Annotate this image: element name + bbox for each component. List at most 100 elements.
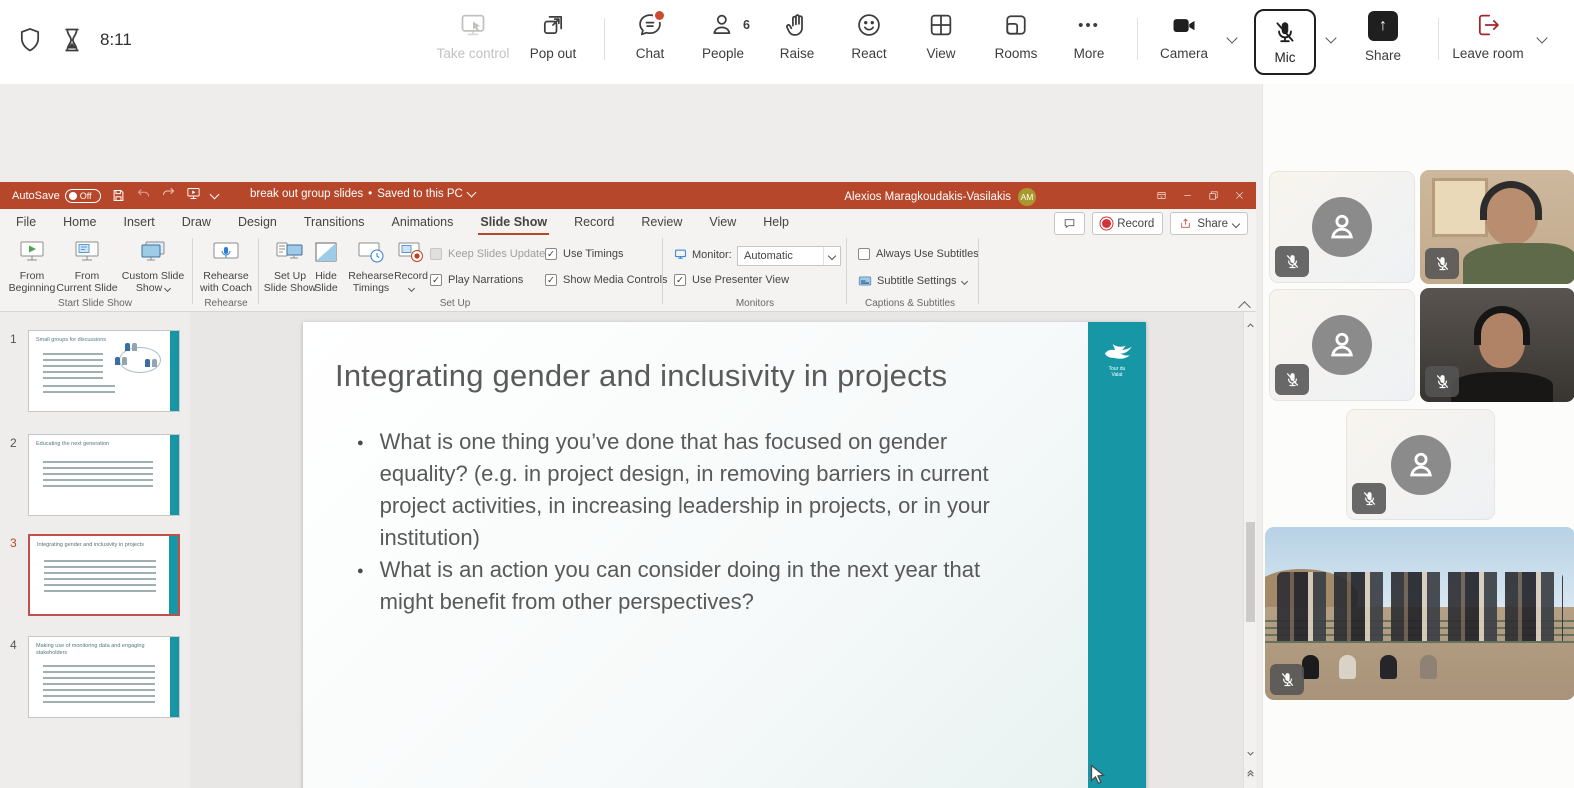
leave-options-chevron[interactable]	[1536, 32, 1547, 43]
tab-insert[interactable]: Insert	[122, 209, 157, 235]
previous-slide-button[interactable]	[1247, 764, 1254, 771]
mic-muted-badge	[1270, 664, 1304, 695]
view-button[interactable]: View	[905, 11, 977, 61]
camera-icon	[1170, 11, 1198, 39]
thumbnail-accent-bar	[170, 331, 179, 411]
custom-slide-show-button[interactable]: Custom Slide Show	[120, 240, 186, 294]
group-label-rehearse: Rehearse	[186, 298, 266, 309]
avatar: AM	[1018, 188, 1036, 206]
save-icon[interactable]	[111, 188, 126, 203]
undo-icon[interactable]	[136, 186, 151, 206]
scroll-down-arrow[interactable]	[1247, 744, 1254, 751]
slide-editor-area[interactable]: Integrating gender and inclusivity in pr…	[190, 312, 1243, 788]
tab-transitions[interactable]: Transitions	[302, 209, 367, 235]
use-presenter-view-checkbox[interactable]: ✓Use Presenter View	[674, 274, 789, 286]
participant-tile-group-photo[interactable]	[1265, 527, 1574, 700]
camera-button[interactable]: Camera	[1151, 11, 1217, 61]
rehearse-timings-button[interactable]: Rehearse Timings	[346, 240, 396, 294]
group-photo-people-row	[1277, 572, 1562, 641]
scroll-up-arrow[interactable]	[1247, 316, 1254, 323]
people-button[interactable]: 6 People	[687, 11, 759, 61]
record-presentation-button[interactable]: Record	[1092, 212, 1163, 235]
show-media-controls-checkbox[interactable]: ✓Show Media Controls	[545, 274, 668, 286]
tab-draw[interactable]: Draw	[180, 209, 213, 235]
camera-options-chevron[interactable]	[1226, 32, 1237, 43]
bullet-item: ● What is one thing you’ve done that has…	[357, 426, 1017, 554]
from-current-slide-button[interactable]: From Current Slide	[56, 240, 118, 294]
tab-view[interactable]: View	[707, 209, 738, 235]
slide-thumbnail-4[interactable]: Making use of monitoring data and engagi…	[28, 636, 180, 718]
leave-room-button[interactable]: Leave room	[1446, 11, 1530, 61]
editor-scrollbar[interactable]	[1243, 312, 1256, 788]
keep-slides-updated-checkbox[interactable]: Keep Slides Updated	[430, 248, 551, 260]
mic-button[interactable]: Mic	[1254, 9, 1316, 75]
react-button[interactable]: React	[833, 11, 905, 61]
video-person-body	[1463, 243, 1574, 284]
account-info[interactable]: Alexios Maragkoudakis-Vasilakis AM	[844, 188, 1036, 206]
person-avatar-icon	[1391, 435, 1451, 495]
rooms-icon	[1002, 11, 1030, 39]
rehearse-with-coach-button[interactable]: Rehearse with Coach	[196, 240, 256, 294]
scrollbar-thumb[interactable]	[1246, 522, 1255, 622]
autosave-switch[interactable]: Off	[65, 189, 101, 203]
video-person-body	[1451, 372, 1553, 402]
raise-hand-button[interactable]: Raise	[761, 11, 833, 61]
participant-tile-avatar[interactable]	[1346, 409, 1495, 520]
use-timings-checkbox[interactable]: ✓Use Timings	[545, 248, 624, 260]
close-button[interactable]	[1222, 182, 1256, 209]
slide-accent-band: Tour du Valat	[1088, 322, 1146, 788]
pop-out-button[interactable]: Pop out	[517, 11, 589, 61]
record-slide-show-button[interactable]: Record	[392, 240, 430, 294]
comments-button[interactable]	[1054, 212, 1085, 235]
participant-tile-video[interactable]	[1420, 170, 1574, 284]
quick-access-toolbar: AutoSave Off	[12, 182, 218, 209]
tab-help[interactable]: Help	[761, 209, 791, 235]
start-slideshow-icon[interactable]	[186, 186, 201, 206]
always-use-subtitles-checkbox[interactable]: Always Use Subtitles	[858, 248, 979, 260]
slide-thumbnail-2[interactable]: Educating the next generation	[28, 434, 180, 516]
customize-qat-chevron[interactable]	[209, 189, 219, 199]
mic-muted-badge	[1425, 248, 1459, 279]
slide-canvas[interactable]: Integrating gender and inclusivity in pr…	[303, 322, 1146, 788]
mouse-cursor	[1090, 764, 1105, 786]
share-arrow-icon	[1179, 217, 1192, 230]
from-beginning-button[interactable]: From Beginning	[4, 240, 60, 294]
autosave-toggle[interactable]: AutoSave Off	[12, 189, 101, 203]
document-title[interactable]: break out group slides • Saved to this P…	[250, 188, 475, 200]
mic-muted-badge	[1275, 364, 1309, 395]
person-avatar-icon	[1312, 315, 1372, 375]
chat-notification-badge	[653, 9, 666, 22]
participant-tile-avatar[interactable]	[1269, 171, 1415, 283]
more-button[interactable]: ••• More	[1053, 11, 1125, 61]
mic-options-chevron[interactable]	[1325, 32, 1336, 43]
tab-file[interactable]: File	[14, 209, 38, 235]
tab-record[interactable]: Record	[572, 209, 616, 235]
rehearse-timings-icon	[356, 240, 386, 267]
hide-slide-button[interactable]: Hide Slide	[306, 240, 346, 294]
slide-thumbnail-1[interactable]: Small groups for discussions	[28, 330, 180, 412]
tab-review[interactable]: Review	[639, 209, 684, 235]
play-narrations-checkbox[interactable]: ✓Play Narrations	[430, 274, 523, 286]
participant-tile-video[interactable]	[1420, 288, 1574, 402]
participant-tile-avatar[interactable]	[1269, 289, 1415, 401]
tab-animations[interactable]: Animations	[390, 209, 456, 235]
ppt-share-button[interactable]: Share	[1170, 212, 1248, 235]
subtitle-settings-button[interactable]: Subtitle Settings	[858, 274, 967, 288]
monitor-dropdown[interactable]: Automatic	[737, 246, 841, 266]
ribbon-quick-actions: Record Share	[1054, 212, 1248, 235]
rooms-button[interactable]: Rooms	[980, 11, 1052, 61]
shared-screen-region: AutoSave Off break out group slides • Sa…	[0, 84, 1262, 788]
tab-home[interactable]: Home	[61, 209, 98, 235]
view-grid-icon	[927, 11, 955, 39]
redo-icon[interactable]	[161, 186, 176, 206]
group-divider	[258, 238, 259, 304]
slide-thumbnail-3-selected[interactable]: Integrating gender and inclusivity in pr…	[28, 534, 180, 616]
group-divider	[846, 238, 847, 304]
share-button[interactable]: ↑ Share	[1350, 11, 1416, 63]
next-slide-button[interactable]	[1247, 782, 1254, 788]
chat-button[interactable]: Chat	[614, 11, 686, 61]
tab-design[interactable]: Design	[236, 209, 279, 235]
thumbnail-accent-bar	[170, 637, 179, 717]
take-control-button[interactable]: Take control	[437, 11, 509, 61]
tab-slide-show[interactable]: Slide Show	[478, 209, 549, 235]
